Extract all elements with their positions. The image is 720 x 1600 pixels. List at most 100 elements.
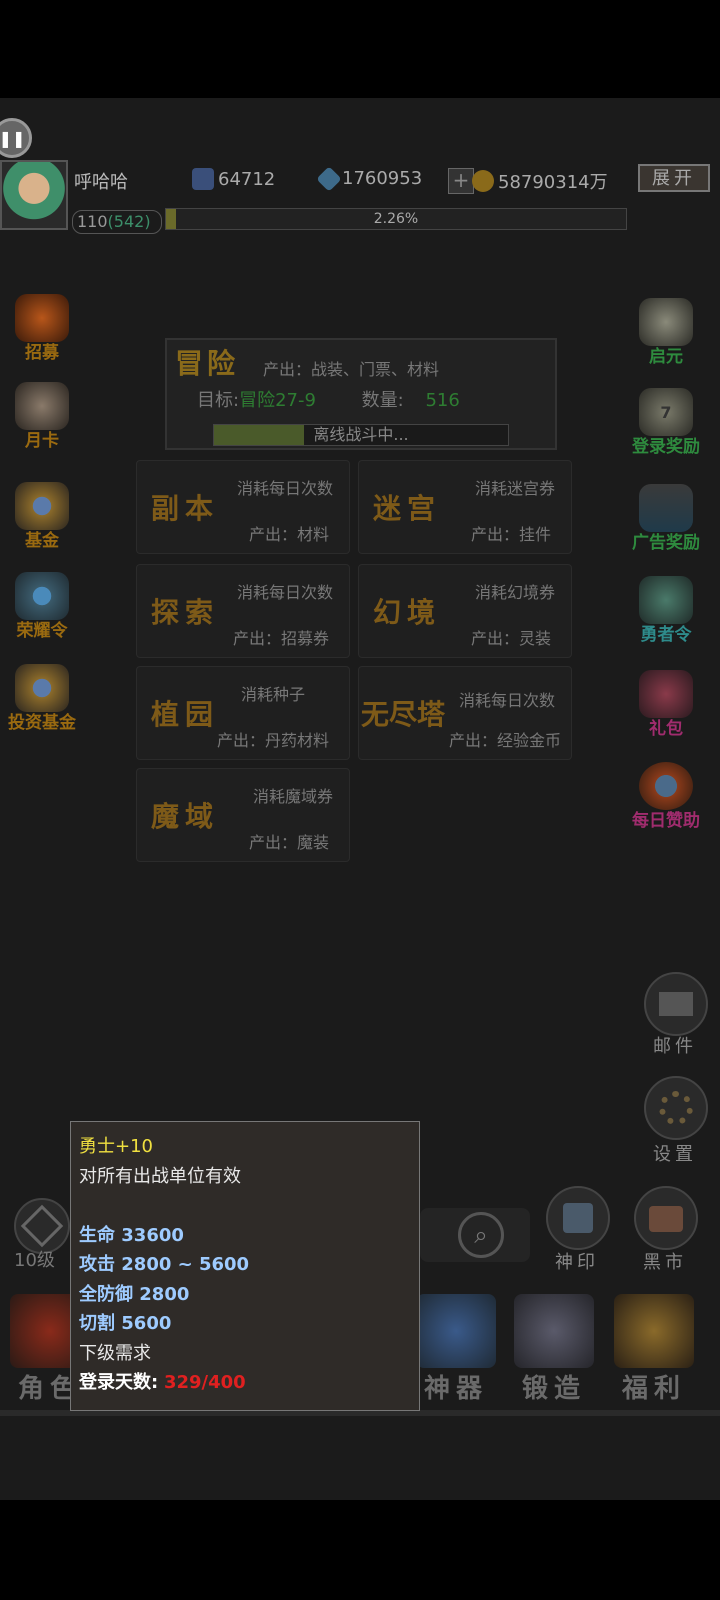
nav-welfare-label: 福利 [621, 1374, 686, 1404]
artifact-icon [416, 1294, 496, 1368]
divine-seal-icon [563, 1203, 593, 1233]
daily-sponsor-label: 每日赞助 [632, 811, 700, 831]
tooltip-stat-defense: 全防御 2800 [79, 1283, 190, 1305]
tile-garden[interactable]: 植园 消耗种子 产出：丹药材料 [136, 666, 350, 760]
nav-welfare[interactable]: 福利 [604, 1294, 704, 1405]
settings-label: 设置 [653, 1144, 697, 1165]
tooltip-stat-cut: 切割 5600 [79, 1313, 172, 1334]
hero-pass-button[interactable]: 勇者令 [626, 576, 706, 645]
tile-output: 产出：丹药材料 [216, 731, 329, 750]
tile-cost: 消耗迷宫券 [474, 479, 555, 498]
tooltip-title: 勇士+10 [79, 1136, 153, 1157]
tile-output: 产出：材料 [248, 525, 329, 544]
currency-1-value: 64712 [218, 168, 276, 190]
hero-pass-label: 勇者令 [640, 625, 692, 645]
currency-1: 64712 [192, 168, 275, 190]
mail-button[interactable] [644, 972, 708, 1036]
qiyuan-button[interactable]: 启元 [626, 298, 706, 367]
level-sub-value: (542) [107, 212, 151, 231]
tile-output: 产出：经验金币 [448, 731, 561, 750]
avatar[interactable] [0, 160, 68, 230]
gift-pack-button[interactable]: 礼包 [626, 670, 706, 739]
tile-demon-realm[interactable]: 魔域 消耗魔域券 产出：魔装 [136, 768, 350, 862]
tile-cost: 消耗每日次数 [458, 691, 555, 710]
recruit-button[interactable]: 招募 [2, 294, 82, 363]
gift-pack-label: 礼包 [649, 719, 683, 739]
tooltip-desc: 对所有出战单位有效 [79, 1165, 241, 1187]
treasure-chest-icon [614, 1294, 694, 1368]
add-diamond-button[interactable]: + [448, 168, 474, 194]
ad-reward-button[interactable]: 广告奖励 [626, 484, 706, 553]
tile-maze[interactable]: 迷宫 消耗迷宫券 产出：挂件 [358, 460, 572, 554]
exp-bar: 2.26% [165, 208, 627, 230]
tile-cost: 消耗种子 [240, 685, 305, 704]
gift-icon [639, 670, 693, 718]
login-reward-button[interactable]: 7 登录奖励 [626, 388, 706, 457]
tooltip-requirement-title: 下级需求 [79, 1342, 151, 1364]
tile-cost: 消耗每日次数 [236, 583, 333, 602]
tile-dungeon[interactable]: 副本 消耗每日次数 产出：材料 [136, 460, 350, 554]
fund-label: 基金 [25, 531, 59, 551]
star-badge-icon: 7 [639, 388, 693, 436]
glory-pass-button[interactable]: 荣耀令 [2, 572, 82, 641]
gold-value: 58790314万 [498, 172, 608, 193]
nav-forge[interactable]: 锻造 [504, 1294, 604, 1405]
currency-2: 1760953 [316, 165, 423, 192]
tile-name: 探索 [151, 596, 220, 629]
login-days-value: 329/400 [163, 1372, 246, 1393]
tile-endless-tower[interactable]: 无尽塔 消耗每日次数 产出：经验金币 [358, 666, 572, 760]
nav-artifact-label: 神器 [423, 1374, 488, 1404]
monthly-card-button[interactable]: 月卡 [2, 382, 82, 451]
tile-cost: 消耗幻境券 [474, 583, 555, 602]
tile-name: 无尽塔 [361, 698, 446, 731]
tile-name: 幻境 [373, 596, 442, 629]
black-market-button[interactable] [634, 1186, 698, 1250]
daily-sponsor-icon [639, 762, 693, 810]
investment-fund-icon [15, 664, 69, 712]
nav-artifact[interactable]: 神器 [406, 1294, 506, 1405]
crystal-icon [192, 168, 214, 190]
investment-fund-button[interactable]: 投资基金 [2, 664, 82, 733]
recruit-icon [15, 294, 69, 342]
adventure-panel[interactable]: 冒险 产出：战装、门票、材料 目标:冒险27-9 数量: 516 离线战斗中..… [165, 338, 557, 450]
monthly-card-icon [15, 382, 69, 430]
target-value: 冒险27-9 [239, 390, 316, 411]
currency-2-value: 1760953 [342, 168, 423, 189]
login-days-label: 登录天数: [79, 1372, 159, 1393]
offline-battle-status: 离线战斗中... [313, 425, 409, 444]
adventure-title: 冒险 [175, 347, 240, 380]
tile-output: 产出：魔装 [248, 833, 329, 852]
tile-name: 魔域 [151, 800, 220, 833]
target-label: 目标: [197, 390, 240, 411]
recruit-label: 招募 [25, 343, 59, 363]
player-name: 呼哈哈 [74, 172, 128, 193]
tile-output: 产出：招募券 [232, 629, 329, 648]
tile-name: 副本 [151, 492, 220, 525]
tooltip-stat-attack: 攻击 2800 ~ 5600 [79, 1254, 250, 1275]
envelope-icon [659, 992, 693, 1016]
daily-sponsor-button[interactable]: 每日赞助 [626, 762, 706, 831]
expand-button[interactable]: 展开 [638, 164, 710, 192]
shield-icon [20, 1204, 64, 1248]
tile-explore[interactable]: 探索 消耗每日次数 产出：招募券 [136, 564, 350, 658]
tile-output: 产出：挂件 [470, 525, 551, 544]
search-icon[interactable]: ⌕ [458, 1212, 504, 1258]
pause-icon[interactable]: ❚❚ [0, 118, 32, 158]
count-label: 数量: [361, 390, 404, 411]
tooltip-spacer [79, 1191, 411, 1221]
tile-cost: 消耗每日次数 [236, 479, 333, 498]
anvil-icon [514, 1294, 594, 1368]
tile-name: 迷宫 [373, 492, 442, 525]
fund-button[interactable]: 基金 [2, 482, 82, 551]
hero-pass-icon [639, 576, 693, 624]
adventure-output: 产出：战装、门票、材料 [263, 360, 440, 379]
buff-tooltip: 勇士+10 对所有出战单位有效 生命 33600 攻击 2800 ~ 5600 … [70, 1121, 420, 1411]
gear-icon [659, 1091, 693, 1125]
mail-label: 邮件 [653, 1036, 697, 1057]
settings-button[interactable] [644, 1076, 708, 1140]
tile-output: 产出：灵装 [470, 629, 551, 648]
glory-pass-icon [15, 572, 69, 620]
tile-illusion[interactable]: 幻境 消耗幻境券 产出：灵装 [358, 564, 572, 658]
login-badge-count: 7 [660, 402, 672, 422]
divine-seal-button[interactable] [546, 1186, 610, 1250]
